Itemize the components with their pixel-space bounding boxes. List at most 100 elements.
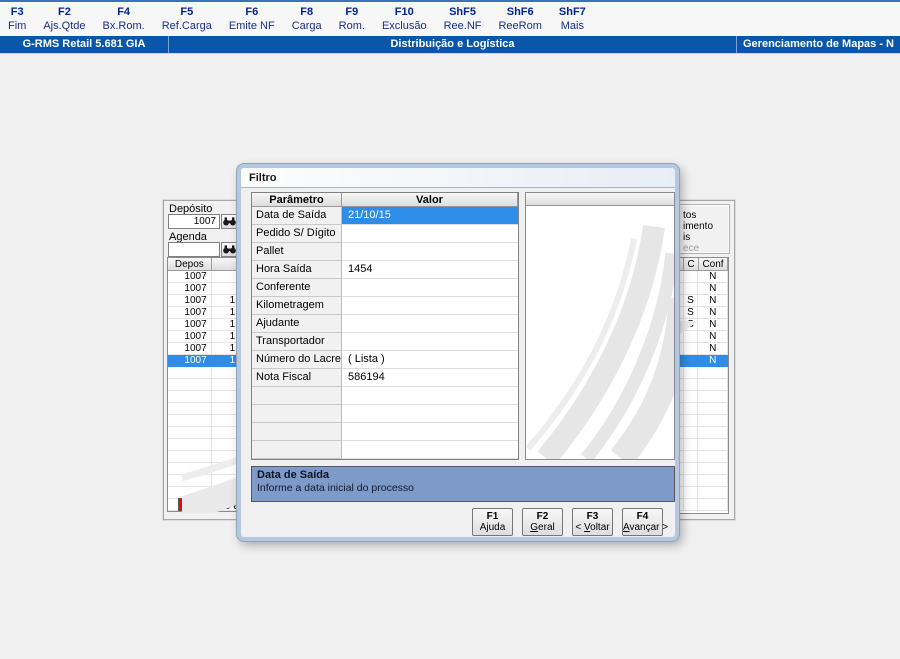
- module-name: Distribuição e Logística: [168, 36, 736, 53]
- column-header-valor: Valor: [342, 193, 518, 207]
- filter-dialog: Filtro Parâmetro Valor Data de Saída 21/10/…: [237, 164, 679, 541]
- agenda-search-button[interactable]: [221, 242, 238, 257]
- filter-parameter-row[interactable]: Data de Saída 21/10/15: [252, 207, 518, 225]
- cell-valor[interactable]: [342, 423, 518, 441]
- toolbar-action-label: Emite NF: [228, 19, 275, 32]
- avan-ar-button[interactable]: F4 Avançar >: [622, 508, 668, 536]
- cell-conf: N: [698, 271, 728, 283]
- cell-valor[interactable]: [342, 387, 518, 405]
- cell-parametro: [252, 387, 342, 405]
- filter-parameter-row[interactable]: Ajudante: [252, 315, 518, 333]
- cell-depos: [168, 475, 212, 487]
- cell-valor[interactable]: [342, 297, 518, 315]
- column-header-c: C: [684, 258, 699, 271]
- filter-parameter-row[interactable]: Nota Fiscal 586194: [252, 369, 518, 387]
- cell-valor[interactable]: [342, 225, 518, 243]
- toolbar-fkey-label: F5: [180, 5, 194, 18]
- cell-conf: N: [698, 295, 728, 307]
- cell-conf: N: [698, 283, 728, 295]
- cell-depos: [168, 379, 212, 391]
- toolbar-item-fim[interactable]: F3 Fim: [6, 5, 28, 34]
- cell-valor[interactable]: [342, 405, 518, 423]
- toolbar-item-bx-rom[interactable]: F4 Bx.Rom.: [101, 5, 147, 34]
- cell-valor[interactable]: 586194: [342, 369, 518, 387]
- filter-dialog-title: Filtro: [241, 168, 675, 188]
- cell-valor[interactable]: [342, 315, 518, 333]
- voltar-button[interactable]: F3 < Voltar: [572, 508, 613, 536]
- toolbar-item-reerom[interactable]: ShF6 ReeRom: [496, 5, 543, 34]
- cell-valor[interactable]: [342, 243, 518, 261]
- toolbar-item-carga[interactable]: F8 Carga: [290, 5, 324, 34]
- deposito-search-button[interactable]: [221, 214, 238, 229]
- cell-conf: [698, 475, 728, 487]
- cell-c: [683, 439, 699, 451]
- cell-c: S: [683, 295, 699, 307]
- toolbar-action-label: Rom.: [338, 19, 365, 32]
- filter-parameter-row[interactable]: Conferente: [252, 279, 518, 297]
- filter-parameter-row[interactable]: [252, 387, 518, 405]
- cell-c: [683, 463, 699, 475]
- toolbar-action-label: ReeRom: [498, 19, 542, 32]
- cell-depos: [168, 367, 212, 379]
- filter-parameter-row[interactable]: [252, 423, 518, 441]
- cell-valor[interactable]: 21/10/15: [342, 207, 518, 225]
- agenda-input[interactable]: [168, 242, 220, 257]
- filter-parameter-row[interactable]: Hora Saída 1454: [252, 261, 518, 279]
- cell-depos: [168, 403, 212, 415]
- cell-conf: [698, 439, 728, 451]
- toolbar-item-emite-nf[interactable]: F6 Emite NF: [227, 5, 277, 34]
- binoculars-icon: [223, 245, 236, 254]
- parameter-help-panel: Data de Saída Informe a data inicial do …: [251, 466, 675, 502]
- toolbar-item-ajs-qtde[interactable]: F2 Ajs.Qtde: [41, 5, 87, 34]
- cell-valor[interactable]: [342, 333, 518, 351]
- ajuda-button[interactable]: F1 Ajuda: [472, 508, 513, 536]
- toolbar-item-ree-nf[interactable]: ShF5 Ree.NF: [442, 5, 484, 34]
- cell-c: [683, 271, 699, 283]
- toolbar-action-label: Exclusão: [381, 19, 427, 32]
- filter-table-header-row: Parâmetro Valor: [252, 193, 518, 207]
- toolbar-item-exclus-o[interactable]: F10 Exclusão: [380, 5, 429, 34]
- cell-valor[interactable]: ( Lista ): [342, 351, 518, 369]
- toolbar-action-label: Ref.Carga: [161, 19, 212, 32]
- toolbar-fkey-label: F3: [10, 5, 24, 18]
- toolbar-fkey-label: ShF7: [558, 5, 586, 18]
- column-header-par-metro: Parâmetro: [252, 193, 342, 207]
- toolbar-item-rom[interactable]: F9 Rom.: [337, 5, 367, 34]
- filter-parameter-row[interactable]: [252, 405, 518, 423]
- legend-color-red: [178, 498, 191, 511]
- toolbar-item-ref-carga[interactable]: F5 Ref.Carga: [160, 5, 214, 34]
- title-bar-underline: [0, 53, 900, 54]
- filter-parameter-row[interactable]: Pedido S/ Dígito: [252, 225, 518, 243]
- toolbar-item-mais[interactable]: ShF7 Mais: [557, 5, 588, 34]
- filter-parameter-row[interactable]: Número do Lacre( Lista ): [252, 351, 518, 369]
- filter-parameter-row[interactable]: Pallet: [252, 243, 518, 261]
- help-text: Informe a data inicial do processo: [257, 482, 415, 494]
- filter-parameter-row[interactable]: [252, 441, 518, 459]
- cell-valor[interactable]: [342, 279, 518, 297]
- cell-conf: [698, 391, 728, 403]
- deposito-input[interactable]: 1007: [168, 214, 220, 229]
- cell-parametro: Pallet: [252, 243, 342, 261]
- cell-conf: N: [698, 307, 728, 319]
- cell-c: [683, 343, 699, 355]
- geral-button[interactable]: F2 Geral: [522, 508, 563, 536]
- status-option-fragment: ece: [683, 243, 700, 254]
- filter-parameters-table: Parâmetro Valor Data de Saída 21/10/15 Pedid…: [251, 192, 519, 460]
- app-title-bar: G-RMS Retail 5.681 GIA Distribuição e Lo…: [0, 36, 900, 53]
- side-panel-header: [526, 193, 674, 206]
- filter-side-panel: [525, 192, 675, 460]
- status-option-fragment: is: [683, 232, 691, 243]
- cell-c: [683, 487, 699, 499]
- filter-parameter-row[interactable]: Kilometragem: [252, 297, 518, 315]
- cell-valor[interactable]: 1454: [342, 261, 518, 279]
- cell-conf: N: [698, 319, 728, 331]
- cell-parametro: [252, 405, 342, 423]
- cell-parametro: Data de Saída: [252, 207, 342, 225]
- toolbar-fkey-label: ShF5: [449, 5, 476, 18]
- toolbar-action-label: Bx.Rom.: [102, 19, 145, 32]
- filter-parameter-row[interactable]: Transportador: [252, 333, 518, 351]
- cell-conf: N: [698, 331, 728, 343]
- cell-c: [683, 403, 699, 415]
- button-fkey-label: F1: [486, 511, 499, 522]
- cell-valor[interactable]: [342, 441, 518, 459]
